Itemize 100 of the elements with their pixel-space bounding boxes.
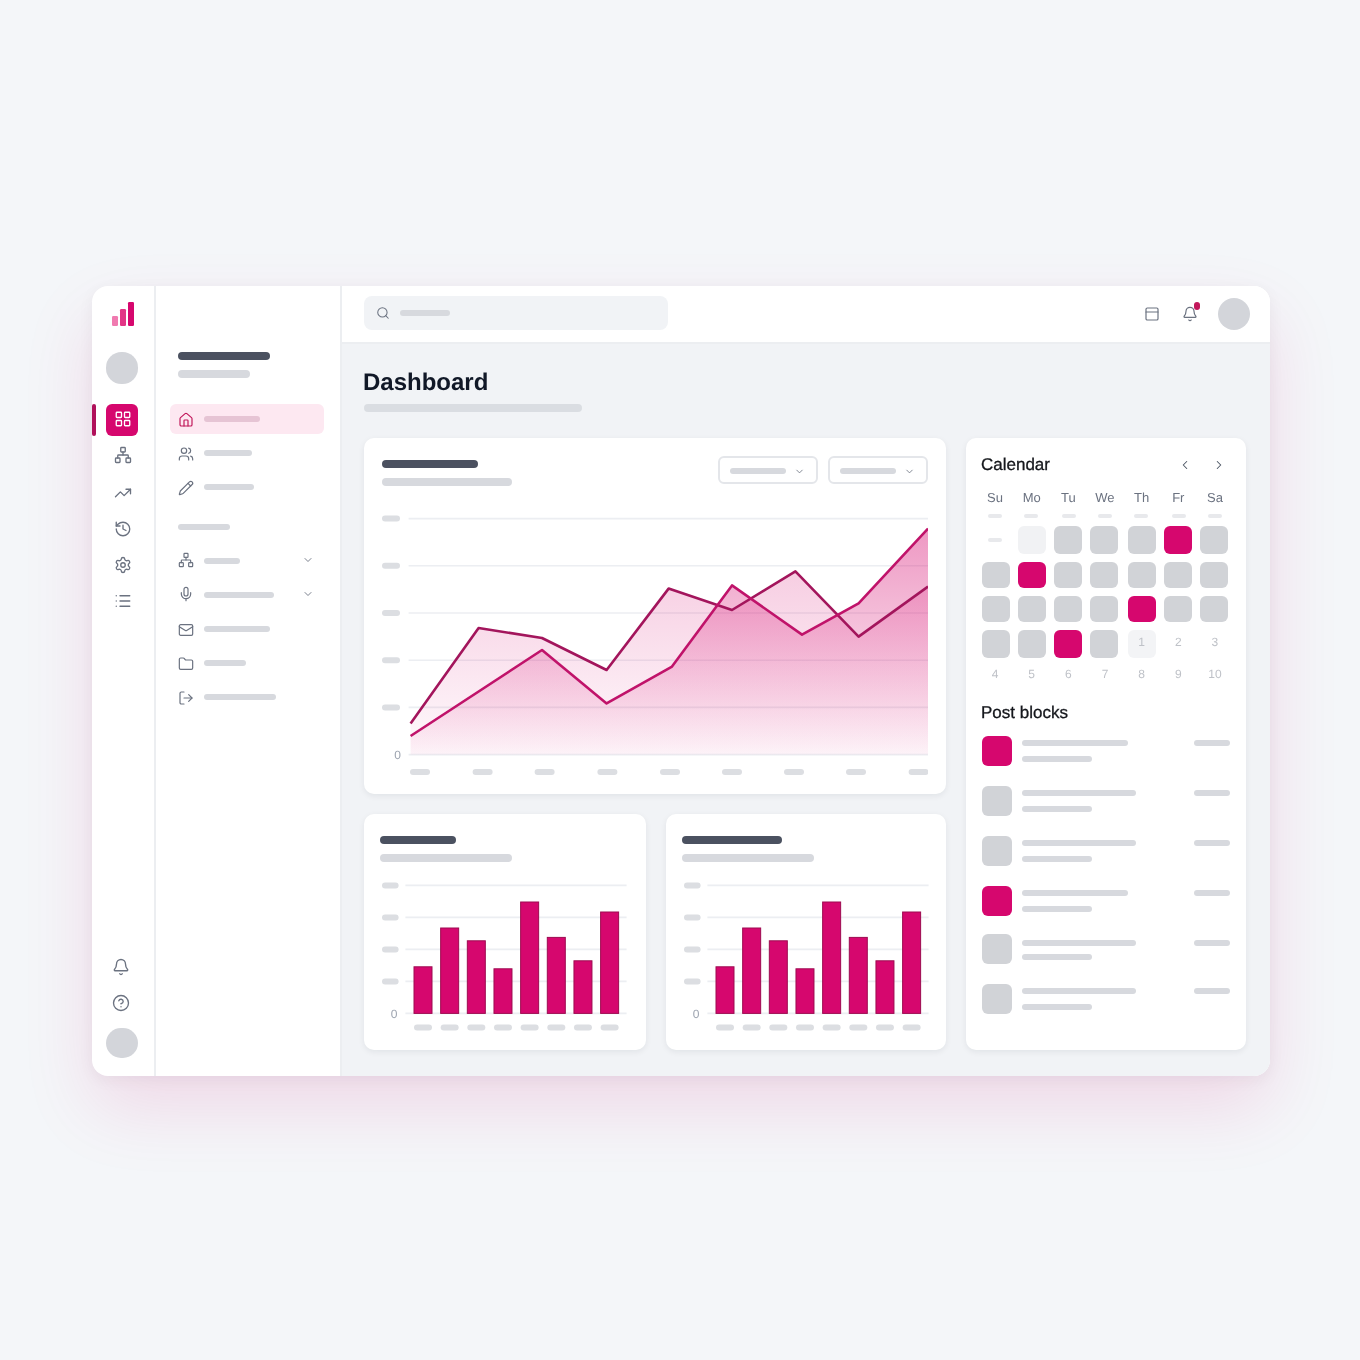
text-placeholder: [1021, 1004, 1092, 1011]
text-placeholder: [203, 484, 255, 491]
text-placeholder: [1193, 840, 1229, 847]
active-indicator: [92, 403, 96, 435]
calendar-day[interactable]: [1127, 596, 1156, 623]
post-thumbnail[interactable]: [981, 786, 1011, 817]
folder-icon: [178, 655, 195, 672]
tick-placeholder: [721, 768, 741, 775]
tick-placeholder: [683, 883, 700, 890]
text-placeholder: [1021, 889, 1127, 896]
filter-dropdown[interactable]: [717, 456, 817, 485]
tick-placeholder: [381, 704, 399, 711]
bar: [767, 941, 787, 1015]
title-placeholder: [381, 460, 478, 469]
network-icon: [178, 552, 195, 569]
text-placeholder: [203, 694, 277, 701]
chevron-left-icon[interactable]: [1178, 458, 1193, 473]
text-placeholder: [203, 626, 271, 633]
panel-icon[interactable]: [1143, 305, 1159, 321]
text-placeholder: [203, 416, 261, 423]
section-title: Post blocks: [981, 702, 1068, 725]
avatar[interactable]: [1217, 297, 1249, 329]
text-placeholder: [1021, 840, 1136, 847]
rail-nav-button[interactable]: [113, 446, 131, 465]
mail-icon: [178, 621, 195, 638]
text-placeholder: [1193, 790, 1229, 797]
calendar-day[interactable]: [1017, 561, 1046, 589]
rail-nav-button[interactable]: [113, 519, 131, 538]
text-placeholder: [1193, 889, 1229, 896]
tick-placeholder: [381, 562, 399, 569]
tick-placeholder: [381, 947, 398, 954]
text-placeholder: [1021, 756, 1092, 763]
home-icon: [178, 411, 195, 428]
text-placeholder: [1193, 740, 1229, 747]
avatar[interactable]: [106, 1027, 138, 1059]
pencil-icon: [178, 479, 195, 496]
calendar-day[interactable]: [1054, 630, 1083, 658]
text-placeholder: [1021, 740, 1127, 747]
post-thumbnail[interactable]: [981, 835, 1011, 866]
bar: [874, 961, 894, 1015]
title-placeholder: [379, 836, 455, 845]
bar: [492, 969, 512, 1015]
calendar-day[interactable]: [1164, 526, 1193, 554]
text-placeholder: [381, 478, 513, 486]
bar: [465, 941, 485, 1015]
text-placeholder: [681, 854, 813, 862]
text-placeholder: [177, 523, 231, 530]
bar: [439, 928, 459, 1015]
nav-item[interactable]: [169, 404, 324, 435]
filter-dropdown[interactable]: [827, 456, 927, 485]
post-thumbnail[interactable]: [981, 885, 1011, 916]
tick-placeholder: [409, 768, 429, 775]
bar: [847, 937, 867, 1015]
list-icon: [113, 592, 131, 611]
text-placeholder: [177, 369, 251, 378]
text-placeholder: [1021, 855, 1092, 862]
logout-icon: [178, 689, 195, 706]
tick-placeholder: [845, 768, 865, 775]
rail-nav-button[interactable]: [113, 483, 131, 502]
network-icon: [113, 446, 131, 465]
text-placeholder: [203, 660, 247, 667]
chevron-right-icon[interactable]: [1212, 458, 1226, 473]
text-placeholder: [1193, 939, 1229, 946]
trending-up-icon: [113, 483, 131, 502]
post-thumbnail[interactable]: [981, 984, 1011, 1015]
bell-icon[interactable]: [112, 958, 131, 977]
calendar-title: Calendar: [981, 454, 1050, 477]
tick-placeholder: [683, 979, 700, 986]
tick-placeholder: [471, 768, 492, 775]
bar: [599, 912, 619, 1015]
microphone-icon: [178, 586, 195, 603]
users-icon: [178, 445, 195, 462]
logo-icon: [111, 301, 133, 325]
grid-icon: [113, 410, 131, 428]
text-placeholder: [1021, 988, 1136, 995]
tick-placeholder: [659, 768, 679, 775]
bar: [572, 961, 592, 1015]
title-placeholder: [681, 836, 781, 845]
post-thumbnail[interactable]: [981, 934, 1011, 965]
history-icon: [113, 519, 131, 538]
text-placeholder: [203, 450, 253, 457]
text-placeholder: [1193, 988, 1229, 995]
tick-placeholder: [381, 609, 399, 616]
search-field[interactable]: [363, 295, 667, 331]
page-title: Dashboard: [363, 368, 489, 396]
rail-nav-button[interactable]: [113, 592, 131, 611]
title-placeholder: [177, 351, 271, 360]
text-placeholder: [1021, 790, 1136, 797]
text-placeholder: [1021, 939, 1136, 946]
tick-placeholder: [381, 515, 399, 522]
tick-placeholder: [783, 768, 803, 775]
rail-nav-button[interactable]: [113, 556, 131, 575]
text-placeholder: [729, 467, 787, 474]
rail-nav-button[interactable]: [106, 403, 138, 435]
bell-icon[interactable]: [1181, 305, 1197, 321]
post-thumbnail[interactable]: [981, 736, 1011, 767]
help-icon[interactable]: [112, 994, 131, 1013]
bar: [412, 967, 432, 1015]
bar: [714, 967, 734, 1015]
avatar[interactable]: [106, 352, 138, 383]
